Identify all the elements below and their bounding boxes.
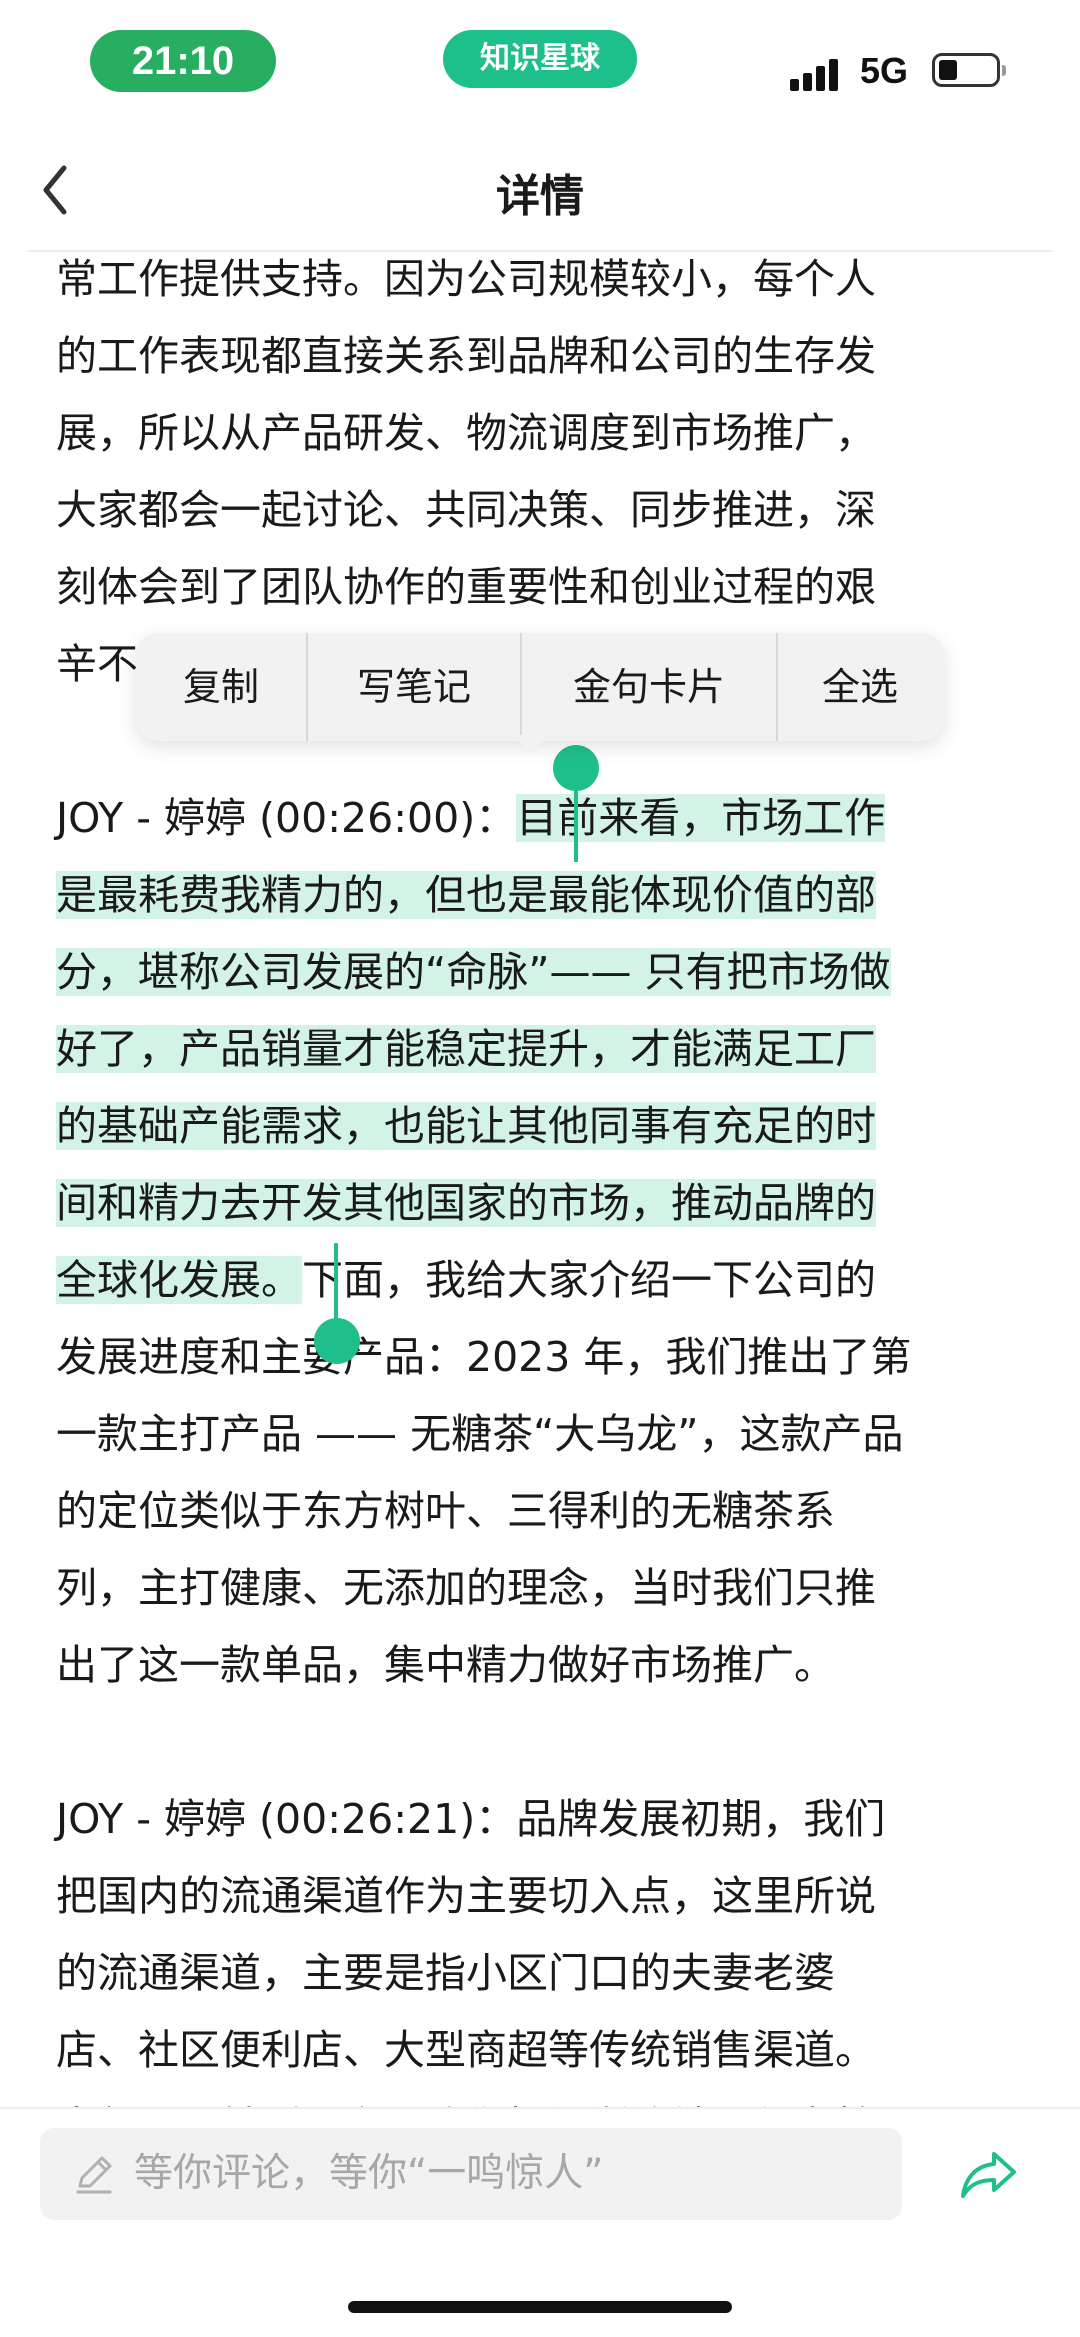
article-body: 常工作提供支持。因为公司规模较小，每个人 的工作表现都直接关系到品牌和公司的生存… bbox=[56, 241, 1036, 2243]
page-title: 详情 bbox=[496, 171, 584, 222]
menu-select-all[interactable]: 全选 bbox=[778, 633, 942, 741]
home-indicator bbox=[348, 2301, 732, 2313]
share-button[interactable] bbox=[958, 2148, 1020, 2202]
article-paragraph: JOY - 婷婷 (00:26:00)：目前来看，市场工作 是最耗费我精力的，但… bbox=[56, 780, 1036, 1704]
bottom-divider bbox=[0, 2107, 1080, 2109]
battery-icon bbox=[932, 53, 1006, 87]
selection-end-handle[interactable] bbox=[314, 1318, 360, 1364]
speaker-timestamp: JOY - 婷婷 (00:26:00)： bbox=[56, 794, 517, 842]
selected-text[interactable]: 目前来看，市场工作 是最耗费我精力的，但也是最能体现价值的部 分，堪称公司发展的… bbox=[56, 794, 891, 1304]
share-icon bbox=[961, 2152, 1016, 2198]
selection-end-handle-bar bbox=[334, 1243, 338, 1323]
status-time: 21:10 bbox=[90, 30, 276, 92]
cellular-signal-icon bbox=[790, 57, 846, 91]
paragraph-text: 下面，我给大家介绍一下公司的 发展进度和主要产品：2023 年，我们推出了第 一… bbox=[56, 1256, 912, 1689]
selection-start-handle[interactable] bbox=[553, 745, 599, 791]
text-selection-menu: 复制 写笔记 金句卡片 全选 bbox=[136, 633, 944, 741]
menu-quote-card[interactable]: 金句卡片 bbox=[522, 633, 776, 741]
app-pill[interactable]: 知识星球 bbox=[443, 30, 637, 88]
pencil-icon bbox=[76, 2156, 112, 2194]
network-type: 5G bbox=[860, 50, 909, 91]
comment-placeholder: 等你评论，等你“一鸣惊人” bbox=[134, 2151, 604, 2196]
menu-pointer bbox=[513, 735, 549, 753]
menu-copy[interactable]: 复制 bbox=[136, 633, 306, 741]
comment-input[interactable]: 等你评论，等你“一鸣惊人” bbox=[40, 2128, 902, 2220]
menu-write-note[interactable]: 写笔记 bbox=[308, 633, 520, 741]
